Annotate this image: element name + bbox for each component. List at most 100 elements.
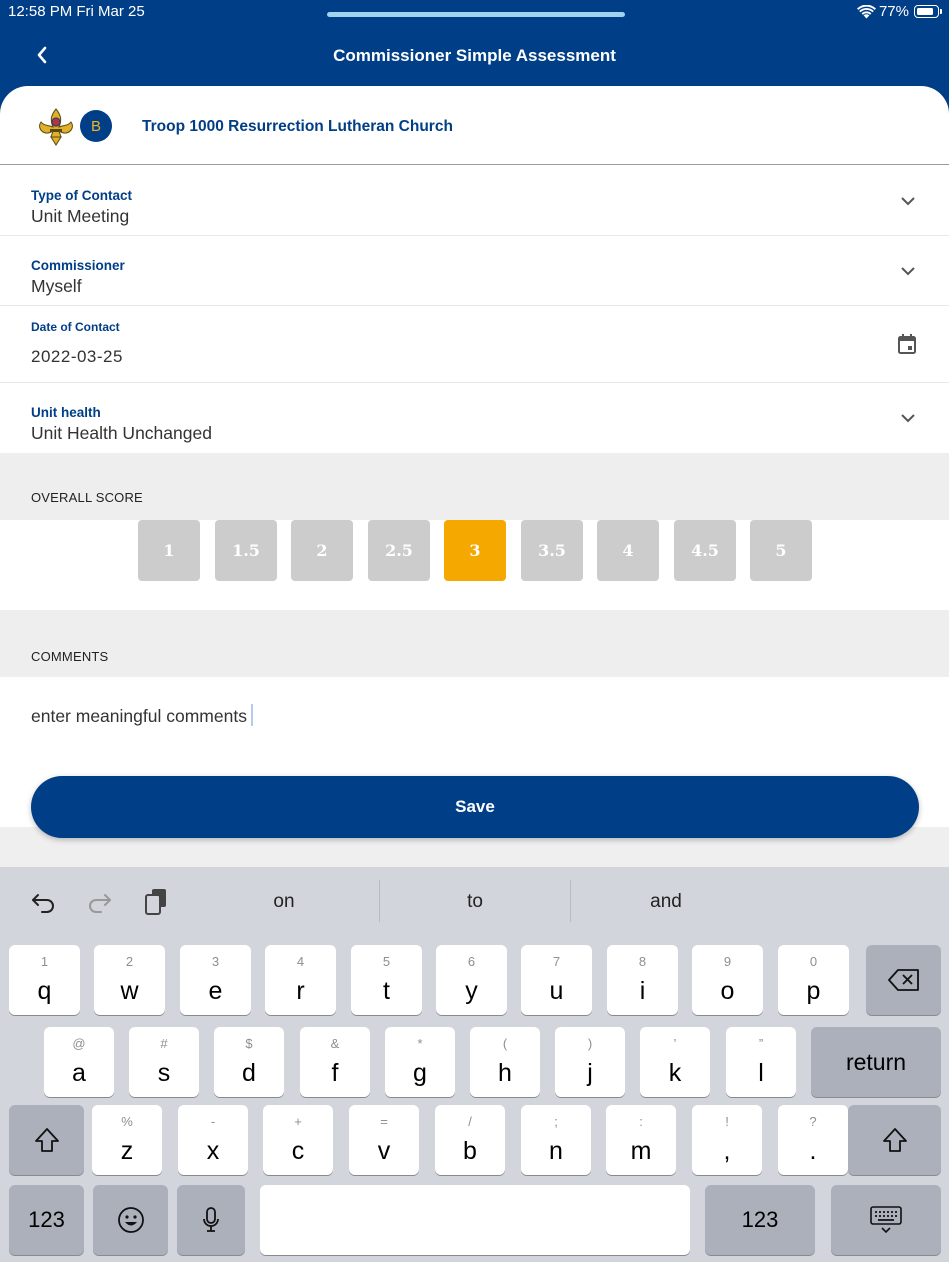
dictation-key[interactable] xyxy=(177,1185,245,1255)
key-alt-char: ( xyxy=(502,1036,508,1051)
score-option[interactable]: 5 xyxy=(750,520,812,581)
overall-score-label: OVERALL SCORE xyxy=(31,490,143,505)
key-c[interactable]: + c xyxy=(263,1105,333,1175)
chevron-down-icon xyxy=(901,267,915,276)
space-bar[interactable] xyxy=(260,1185,690,1255)
battery-icon xyxy=(914,5,942,18)
status-time: 12:58 PM Fri Mar 25 xyxy=(8,3,145,20)
score-option[interactable]: 1.5 xyxy=(215,520,277,581)
key-e[interactable]: 3e xyxy=(180,945,251,1015)
bsa-fleur-de-lis-logo xyxy=(39,108,73,146)
score-option[interactable]: 2.5 xyxy=(368,520,430,581)
page-title: Commissioner Simple Assessment xyxy=(333,46,616,65)
shift-key-right[interactable] xyxy=(848,1105,941,1175)
key-x[interactable]: -x xyxy=(178,1105,248,1175)
key-alt-char: ; xyxy=(554,1114,558,1129)
key-t[interactable]: 5t xyxy=(351,945,422,1015)
key-,[interactable]: !, xyxy=(692,1105,762,1175)
key-q[interactable]: 1q xyxy=(9,945,80,1015)
key-alt-char: 8 xyxy=(638,954,647,969)
key-h[interactable]: (h xyxy=(470,1027,540,1097)
key-i[interactable]: 8i xyxy=(607,945,678,1015)
suggestion-2[interactable]: to xyxy=(380,891,570,913)
redo-button[interactable] xyxy=(85,887,115,917)
suggestion-3[interactable]: and xyxy=(571,891,761,913)
date-of-contact-label: Date of Contact xyxy=(31,320,120,334)
key-d[interactable]: $ d xyxy=(214,1027,284,1097)
key-g[interactable]: * g xyxy=(385,1027,455,1097)
score-option[interactable]: 1 xyxy=(138,520,200,581)
key-z[interactable]: % z xyxy=(92,1105,162,1175)
key-m[interactable]: :m xyxy=(606,1105,676,1175)
key-o[interactable]: 9o xyxy=(692,945,763,1015)
key-j[interactable]: ) j xyxy=(555,1027,625,1097)
key-.[interactable]: ?. xyxy=(778,1105,848,1175)
score-option[interactable]: 4.5 xyxy=(674,520,736,581)
shift-key-left[interactable] xyxy=(9,1105,84,1175)
date-of-contact-field[interactable]: Date of Contact 2022-03-25 xyxy=(0,306,949,383)
numbers-key[interactable]: 123 xyxy=(9,1185,84,1255)
key-alt-char: 1 xyxy=(40,954,49,969)
numbers-key-right[interactable]: 123 xyxy=(705,1185,815,1255)
commissioner-value: Myself xyxy=(31,276,82,296)
key-u[interactable]: 7u xyxy=(521,945,592,1015)
key-n[interactable]: ; n xyxy=(521,1105,591,1175)
unit-health-select[interactable]: Unit health Unit Health Unchanged xyxy=(0,383,949,453)
key-b[interactable]: / b xyxy=(435,1105,505,1175)
key-alt-char: ’ xyxy=(673,1036,677,1051)
nav-bar: Commissioner Simple Assessment xyxy=(0,24,949,86)
key-alt-char: # xyxy=(160,1036,168,1051)
score-option[interactable]: 3 xyxy=(444,520,506,581)
key-f[interactable]: & f xyxy=(300,1027,370,1097)
score-option[interactable]: 4 xyxy=(597,520,659,581)
key-k[interactable]: ’ k xyxy=(640,1027,710,1097)
suggestion-1[interactable]: on xyxy=(189,891,379,913)
undo-button[interactable] xyxy=(28,887,58,917)
key-s[interactable]: # s xyxy=(129,1027,199,1097)
microphone-icon xyxy=(203,1207,219,1232)
shift-icon xyxy=(34,1128,59,1152)
key-alt-char: : xyxy=(639,1114,643,1129)
key-char: p xyxy=(806,977,821,1005)
key-char: w xyxy=(120,977,139,1005)
type-of-contact-select[interactable]: Type of Contact Unit Meeting xyxy=(0,166,949,236)
unit-name: Troop 1000 Resurrection Lutheran Church xyxy=(142,118,453,135)
type-of-contact-label: Type of Contact xyxy=(31,188,132,203)
commissioner-select[interactable]: Commissioner Myself xyxy=(0,236,949,306)
comments-text: enter meaningful comments xyxy=(31,706,247,726)
key-y[interactable]: 6y xyxy=(436,945,507,1015)
delete-key[interactable] xyxy=(866,945,941,1015)
key-v[interactable]: = v xyxy=(349,1105,419,1175)
key-char: u xyxy=(549,977,564,1005)
key-alt-char: - xyxy=(210,1114,216,1129)
key-char: d xyxy=(242,1059,256,1087)
key-char: v xyxy=(377,1137,391,1165)
key-char: j xyxy=(587,1059,593,1087)
emoji-key[interactable] xyxy=(93,1185,168,1255)
key-alt-char: @ xyxy=(72,1036,86,1051)
paste-button[interactable] xyxy=(141,887,171,917)
key-char: s xyxy=(157,1059,171,1087)
battery-percent: 77% xyxy=(878,3,909,20)
key-p[interactable]: 0p xyxy=(778,945,849,1015)
key-a[interactable]: @ a xyxy=(44,1027,114,1097)
return-key[interactable]: return xyxy=(811,1027,941,1097)
key-alt-char: 0 xyxy=(809,954,818,969)
multitasking-indicator[interactable] xyxy=(327,12,625,17)
key-alt-char: * xyxy=(417,1036,423,1051)
key-alt-char: ! xyxy=(725,1114,729,1129)
dismiss-keyboard-key[interactable] xyxy=(831,1185,941,1255)
score-option[interactable]: 2 xyxy=(291,520,353,581)
chevron-down-icon xyxy=(901,414,915,423)
key-l[interactable]: ” l xyxy=(726,1027,796,1097)
key-alt-char: ? xyxy=(809,1114,817,1129)
key-r[interactable]: 4r xyxy=(265,945,336,1015)
save-button[interactable]: Save xyxy=(31,776,919,838)
unit-type-badge: B xyxy=(80,110,112,142)
key-alt-char: $ xyxy=(245,1036,253,1051)
calendar-icon[interactable] xyxy=(897,333,917,355)
key-w[interactable]: 2w xyxy=(94,945,165,1015)
key-char: m xyxy=(630,1137,652,1165)
score-option[interactable]: 3.5 xyxy=(521,520,583,581)
key-char: n xyxy=(549,1137,563,1165)
